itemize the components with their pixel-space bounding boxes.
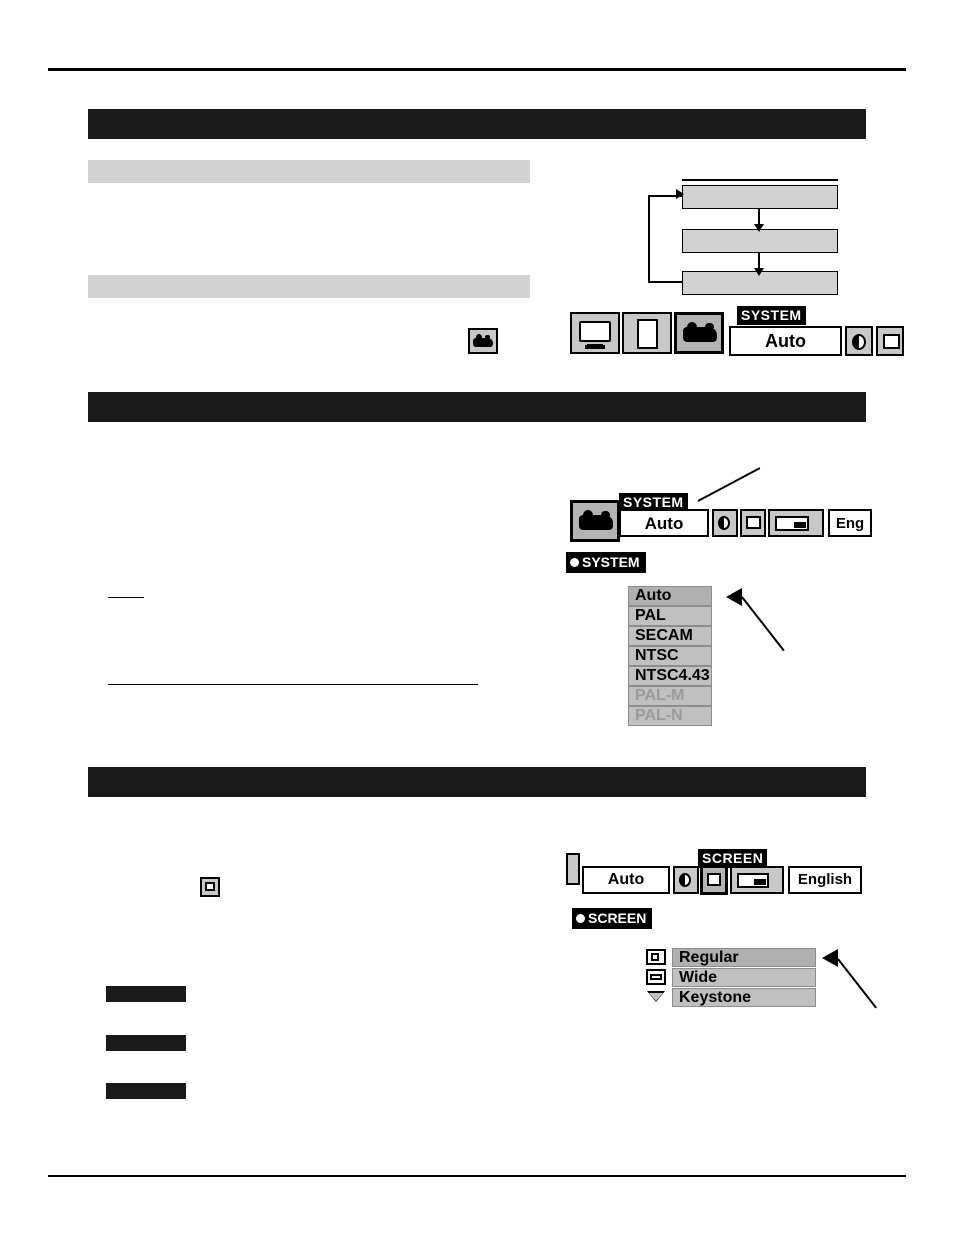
bullet-icon-2 xyxy=(576,914,585,923)
sub-heading-bar-1 xyxy=(88,160,530,183)
flow-box-2 xyxy=(682,229,838,253)
screen-menu-pointer-arrow xyxy=(822,949,838,967)
screen-option-wide[interactable]: Wide xyxy=(672,968,816,987)
computer-input-icon[interactable] xyxy=(570,312,620,354)
screen-option-keystone[interactable]: Keystone xyxy=(672,988,816,1007)
marker-regular xyxy=(106,986,186,1002)
section-heading-bar-2 xyxy=(88,392,866,422)
screen-option-regular[interactable]: Regular xyxy=(672,948,816,967)
screen-icon-inline xyxy=(200,877,220,897)
screen-icon-selected[interactable] xyxy=(700,865,728,895)
system-value-top[interactable]: Auto xyxy=(729,326,842,356)
flow-box-1 xyxy=(682,185,838,209)
osd-menu-bar-system[interactable] xyxy=(570,500,622,542)
image-adjust-icon-screen[interactable] xyxy=(673,866,699,894)
screen-menu-title-text: SCREEN xyxy=(588,910,647,926)
vertical-screen-icon[interactable] xyxy=(622,312,672,354)
system-menu-title: SYSTEM xyxy=(566,552,646,573)
section-heading-bar-1 xyxy=(88,109,866,139)
system-option-pal[interactable]: PAL xyxy=(628,606,712,626)
pc-adjust-icon-screen[interactable] xyxy=(730,866,784,894)
system-option-pal-m: PAL-M xyxy=(628,686,712,706)
body-underline-1 xyxy=(108,597,144,598)
marker-wide xyxy=(106,1035,186,1051)
osd-bar-left-edge xyxy=(566,853,580,885)
body-underline-2 xyxy=(108,684,478,685)
system-option-auto[interactable]: Auto xyxy=(628,586,712,606)
section-heading-bar-3 xyxy=(88,767,866,797)
flow-arrow-1 xyxy=(754,209,764,232)
wide-screen-icon xyxy=(646,969,666,985)
language-value-system[interactable]: Eng xyxy=(828,509,872,537)
screen-icon-top[interactable] xyxy=(876,326,904,356)
system-value-menu[interactable]: Auto xyxy=(619,509,709,537)
system-option-pal-n: PAL-N xyxy=(628,706,712,726)
flow-loop-path xyxy=(648,195,682,283)
marker-keystone xyxy=(106,1083,186,1099)
keystone-icon xyxy=(646,989,666,1005)
system-value-screen-bar[interactable]: Auto xyxy=(582,866,670,894)
pc-adjust-icon-system[interactable] xyxy=(768,509,824,537)
video-input-icon-inline xyxy=(468,328,498,354)
system-option-ntsc443[interactable]: NTSC4.43 xyxy=(628,666,712,686)
image-adjust-icon-system[interactable] xyxy=(712,509,738,537)
system-label-top: SYSTEM xyxy=(737,306,806,325)
osd-menu-bar-top[interactable] xyxy=(570,312,726,354)
system-option-ntsc[interactable]: NTSC xyxy=(628,646,712,666)
system-option-secam[interactable]: SECAM xyxy=(628,626,712,646)
flow-arrow-2 xyxy=(754,253,764,276)
system-menu-title-text: SYSTEM xyxy=(582,554,640,570)
screen-menu-title: SCREEN xyxy=(572,908,653,929)
system-menu-pointer-arrow xyxy=(726,588,742,606)
screen-icon-system[interactable] xyxy=(740,509,766,537)
screen-menu-callout-line xyxy=(837,958,877,1009)
video-input-icon-system[interactable] xyxy=(570,500,620,542)
manual-page: SYSTEM Auto SYSTEM Auto Eng SYSTEM Auto … xyxy=(0,0,954,1235)
flow-loop-arrowhead xyxy=(676,189,684,199)
bullet-icon xyxy=(570,558,579,567)
flow-top-rule xyxy=(682,179,838,181)
system-menu-callout-line xyxy=(741,596,785,652)
image-adjust-icon-top[interactable] xyxy=(845,326,873,356)
sub-heading-bar-2 xyxy=(88,275,530,298)
page-top-rule xyxy=(48,68,906,71)
language-value-screen[interactable]: English xyxy=(788,866,862,894)
input-source-flow-diagram xyxy=(640,175,870,295)
video-input-icon[interactable] xyxy=(674,312,724,354)
page-bottom-rule xyxy=(48,1175,906,1177)
regular-screen-icon xyxy=(646,949,666,965)
callout-line-system xyxy=(697,467,761,502)
